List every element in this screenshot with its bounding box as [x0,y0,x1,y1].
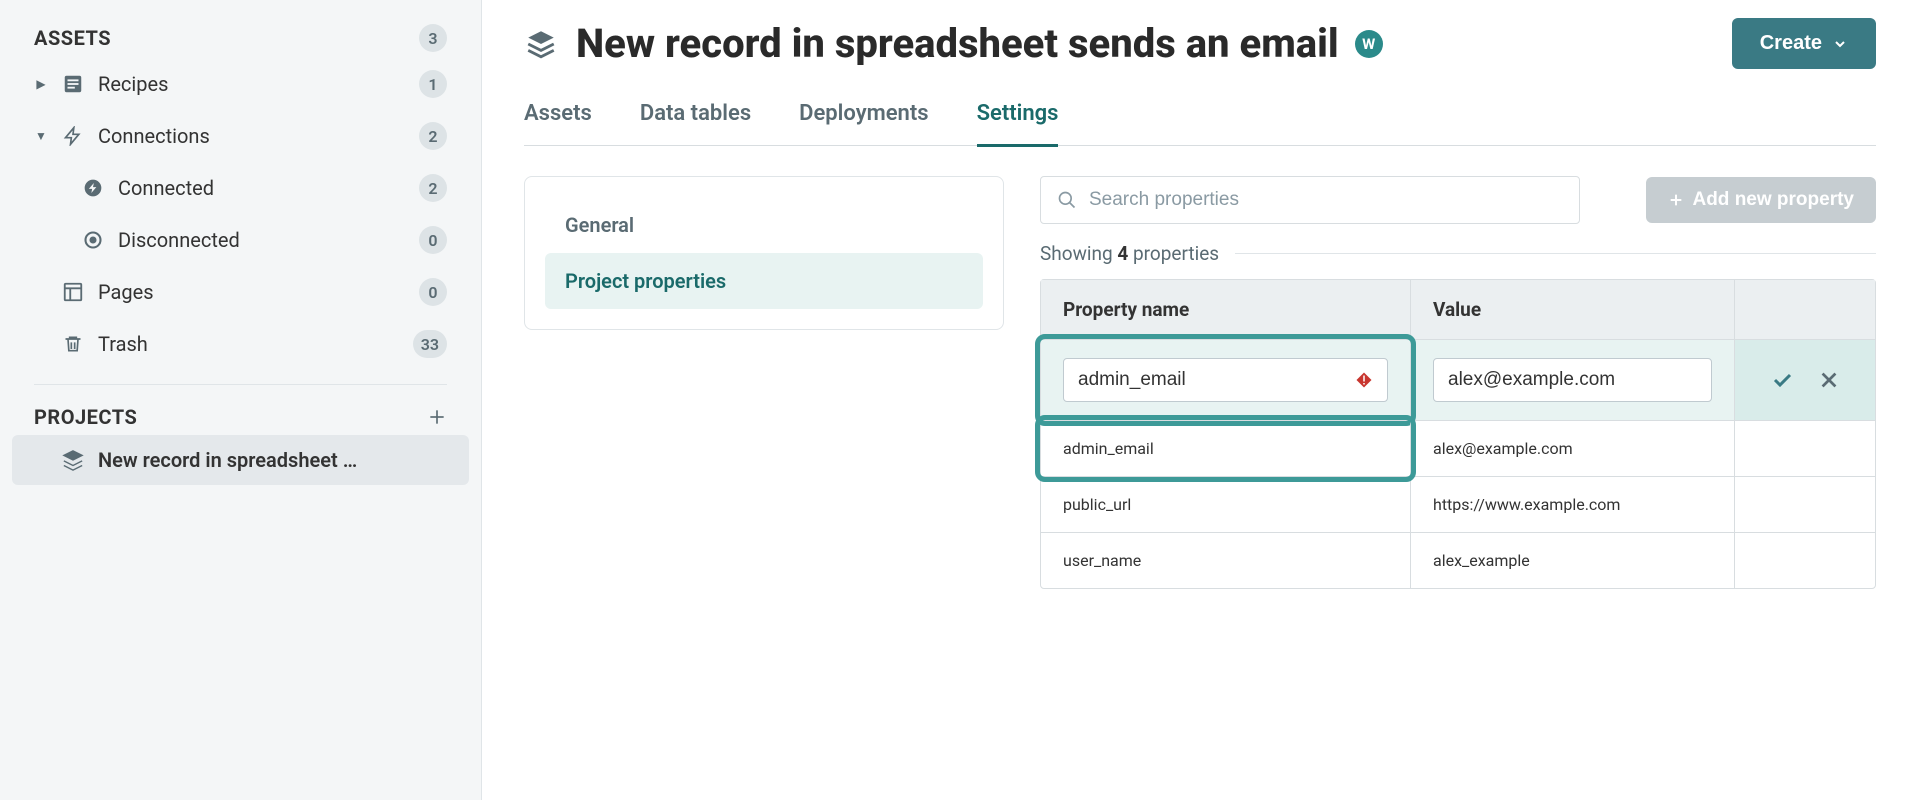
sidebar-project-current[interactable]: New record in spreadsheet … [12,435,469,485]
cell-value: alex@example.com [1411,421,1735,476]
cell-value-editing [1411,340,1735,420]
sidebar-item-label: Connections [98,124,210,148]
cell-name: admin_email [1041,421,1411,476]
table-row[interactable]: public_url https://www.example.com [1041,476,1875,532]
assets-title: ASSETS [34,26,111,50]
trash-icon [60,331,86,357]
assets-header: ASSETS 3 [12,18,469,58]
showing-row: Showing 4 properties [1040,242,1876,265]
cell-name-editing [1041,340,1411,420]
cell-name: public_url [1041,477,1411,532]
column-property-name: Property name [1041,280,1411,339]
search-input[interactable] [1089,189,1563,211]
sidebar-item-disconnected[interactable]: Disconnected 0 [12,214,469,266]
plus-icon [1668,192,1684,208]
stack-icon [524,27,558,61]
sidebar-item-label: Trash [98,332,148,356]
add-project-button[interactable] [427,407,447,427]
add-property-label: Add new property [1692,189,1854,211]
sidebar-item-pages[interactable]: Pages 0 [12,266,469,318]
settings-nav-project-properties[interactable]: Project properties [545,253,983,309]
table-row [1041,340,1875,420]
settings-nav-general[interactable]: General [545,197,983,253]
assets-count: 3 [419,24,447,52]
pages-count: 0 [419,278,447,306]
search-icon [1057,190,1077,210]
properties-area: Add new property Showing 4 properties Pr… [1040,176,1876,589]
page-title: New record in spreadsheet sends an email… [576,20,1714,67]
chevron-down-icon [1832,36,1848,52]
sidebar-item-label: Recipes [98,72,168,96]
cell-actions [1735,421,1875,476]
tabs: Assets Data tables Deployments Settings [524,93,1876,146]
create-button[interactable]: Create [1732,18,1876,69]
cancel-button[interactable] [1818,369,1840,391]
sidebar-item-label: New record in spreadsheet … [98,448,357,472]
sidebar: ASSETS 3 ▶ Recipes 1 ▼ Connections 2 [0,0,482,800]
cell-value: alex_example [1411,533,1735,588]
create-button-label: Create [1760,32,1822,55]
cell-actions [1735,477,1875,532]
connected-icon [80,175,106,201]
title-row: New record in spreadsheet sends an email… [524,18,1876,69]
table-row[interactable]: admin_email alex@example.com [1041,420,1875,476]
table-row[interactable]: user_name alex_example [1041,532,1875,588]
properties-table: Property name Value [1040,279,1876,589]
sidebar-item-label: Disconnected [118,228,240,252]
column-actions [1735,280,1875,339]
property-value-input-wrap[interactable] [1433,358,1712,402]
add-property-button[interactable]: Add new property [1646,177,1876,223]
tab-settings[interactable]: Settings [977,93,1059,147]
recipes-icon [60,71,86,97]
sidebar-item-trash[interactable]: Trash 33 [12,318,469,370]
sidebar-item-connected[interactable]: Connected 2 [12,162,469,214]
connected-count: 2 [419,174,447,202]
tab-data-tables[interactable]: Data tables [640,93,751,147]
property-name-input[interactable] [1078,369,1345,391]
table-header: Property name Value [1041,280,1875,340]
cell-actions [1735,533,1875,588]
main: New record in spreadsheet sends an email… [482,0,1918,800]
property-name-input-wrap[interactable] [1063,358,1388,402]
sidebar-item-connections[interactable]: ▼ Connections 2 [12,110,469,162]
connections-count: 2 [419,122,447,150]
chevron-right-icon: ▶ [34,77,48,91]
projects-header: PROJECTS [12,399,469,435]
sidebar-item-label: Connected [118,176,214,200]
property-value-input[interactable] [1448,369,1697,391]
warning-icon [1355,371,1373,389]
workspace-badge: W [1355,30,1383,58]
sidebar-item-recipes[interactable]: ▶ Recipes 1 [12,58,469,110]
recipes-count: 1 [419,70,447,98]
cell-actions [1735,340,1875,420]
trash-count: 33 [413,330,447,358]
tab-deployments[interactable]: Deployments [799,93,928,147]
divider [34,384,447,385]
confirm-button[interactable] [1770,368,1794,392]
sidebar-item-label: Pages [98,280,154,304]
stack-icon [60,447,86,473]
chevron-down-icon: ▼ [34,129,48,143]
projects-title: PROJECTS [34,405,137,429]
cell-value: https://www.example.com [1411,477,1735,532]
disconnected-count: 0 [419,226,447,254]
bolt-icon [60,123,86,149]
search-input-wrap[interactable] [1040,176,1580,224]
tab-assets[interactable]: Assets [524,93,592,147]
disconnected-icon [80,227,106,253]
column-value: Value [1411,280,1735,339]
settings-nav: General Project properties [524,176,1004,330]
cell-name: user_name [1041,533,1411,588]
pages-icon [60,279,86,305]
